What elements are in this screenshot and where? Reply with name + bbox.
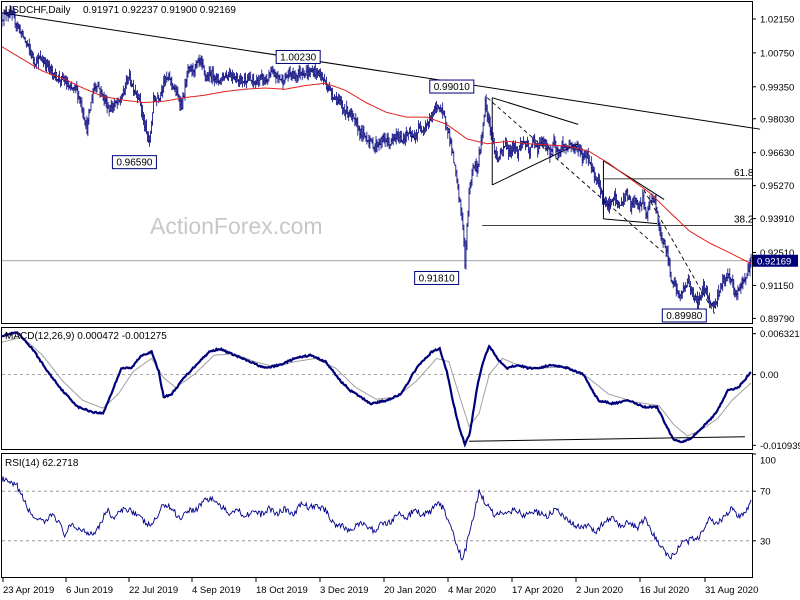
- date-axis-label: 3 Dec 2019: [320, 585, 369, 596]
- rsi-axis-label: 100: [760, 456, 776, 467]
- triangle-lower-line: [492, 143, 579, 186]
- chart-ohlc-label: 0.91971 0.92237 0.91900 0.92169: [83, 5, 236, 16]
- price-axis-label: 1.02150: [760, 14, 794, 25]
- rsi-axis-label: 30: [760, 536, 771, 547]
- price-axis-label: 0.89790: [760, 314, 794, 325]
- date-axis-label: 31 Aug 2020: [705, 585, 758, 596]
- price-axis-label: 0.91150: [760, 281, 794, 292]
- chart-symbol-label: USDCHF,Daily: [5, 5, 71, 16]
- macd-axis-label: 0.006321: [760, 329, 800, 340]
- annotation-label: 0.96590: [116, 158, 153, 169]
- price-axis-label: 0.99350: [760, 82, 794, 93]
- annotation-label: 0.99010: [434, 82, 471, 93]
- annotation-label: 0.89980: [666, 311, 703, 322]
- macd-axis-label: -0.010939: [760, 441, 800, 452]
- rsi-panel-frame: [1, 453, 753, 578]
- macd-indicator-label: MACD(12,26,9) 0.000472 -0.001275: [5, 331, 167, 342]
- date-axis-label: 23 Apr 2019: [3, 585, 54, 596]
- macd-axis-label: 0.00: [760, 370, 779, 381]
- chart-canvas: ActionForex.com 61.8 38.2 1.00230 0.96590 0.…: [0, 1, 800, 596]
- date-axis-label: 18 Oct 2019: [256, 585, 308, 596]
- date-axis-label: 2 Jun 2020: [576, 585, 623, 596]
- annotation-label: 0.91810: [419, 273, 456, 284]
- date-axis-label: 22 Jul 2019: [129, 585, 178, 596]
- watermark: ActionForex.com: [150, 213, 323, 239]
- rsi-layer: [1, 476, 752, 561]
- fib-level-label: 38.2: [734, 215, 754, 226]
- price-axis-label: 0.96630: [760, 148, 794, 159]
- macd-trendline: [468, 436, 745, 442]
- price-axis-label: 1.00750: [760, 48, 794, 59]
- annotation-label: 1.00230: [280, 52, 317, 63]
- current-price-tag-label: 0.92169: [757, 256, 791, 267]
- price-layer: 61.8 38.2 1.00230 0.96590 0.99010 0.91810 0.89…: [0, 5, 761, 323]
- triangle-upper-line: [492, 97, 579, 125]
- price-axis-label: 0.93910: [760, 214, 794, 225]
- price-axis-label: 0.98030: [760, 114, 794, 125]
- fib-level-label: 61.8: [734, 168, 754, 179]
- long-downtrend-line: [1, 12, 761, 130]
- date-axis-label: 20 Jan 2020: [384, 585, 436, 596]
- date-axis-label: 4 Mar 2020: [448, 585, 496, 596]
- rsi-line: [1, 476, 752, 561]
- rsi-indicator-label: RSI(14) 62.2718: [5, 458, 79, 469]
- macd-line: [1, 331, 752, 448]
- rsi-axis-label: 70: [760, 487, 771, 498]
- date-axis-label: 4 Sep 2019: [192, 585, 241, 596]
- macd-layer: [1, 331, 752, 448]
- price-axis-label: 0.95270: [760, 181, 794, 192]
- date-axis-label: 16 Jul 2020: [640, 585, 689, 596]
- date-axis-label: 6 Jun 2019: [66, 585, 113, 596]
- channel-dashed-line: [486, 97, 670, 258]
- date-axis-label: 17 Apr 2020: [512, 585, 563, 596]
